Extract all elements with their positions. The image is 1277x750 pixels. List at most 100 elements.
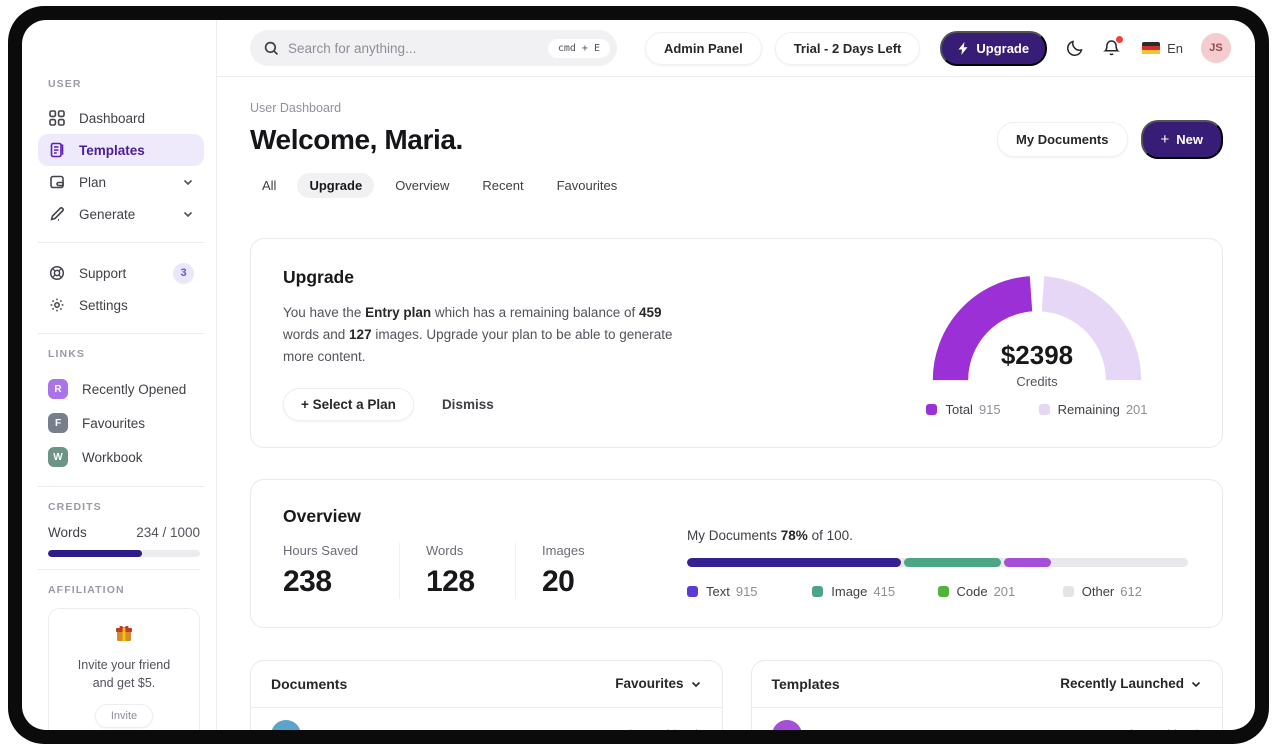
template-list-item[interactable]: Blog Post Title in Workbook [752, 708, 1223, 730]
divider [38, 486, 204, 487]
tab-favourites[interactable]: Favourites [545, 173, 630, 198]
legend-swatch [926, 404, 938, 415]
upgrade-card: Upgrade You have the Entry plan which ha… [250, 238, 1223, 448]
stat-images: Images 20 [515, 542, 631, 599]
trial-status-button[interactable]: Trial - 2 Days Left [774, 31, 921, 65]
invite-button[interactable]: Invite [94, 704, 154, 729]
legend-swatch [687, 585, 698, 597]
document-title: Untitled Document [315, 727, 439, 730]
plus-icon: + [1160, 131, 1170, 148]
template-title: Blog Post Title [816, 727, 914, 730]
sidebar-item-plan[interactable]: Plan [38, 166, 204, 198]
overview-card-left: Overview Hours Saved 238 Words 128 Image… [283, 506, 631, 599]
admin-panel-button[interactable]: Admin Panel [644, 31, 762, 65]
sidebar-link-favourites[interactable]: F Favourites [38, 406, 204, 440]
device-frame: USER Dashboard Templates Plan Generate S… [8, 6, 1269, 744]
sidebar-item-templates[interactable]: Templates [38, 134, 204, 166]
legend-swatch [1062, 585, 1074, 597]
sidebar-item-settings[interactable]: Settings [38, 289, 204, 321]
tab-upgrade[interactable]: Upgrade [297, 173, 375, 198]
new-button-label: New [1176, 132, 1203, 147]
credits-progress-track [48, 550, 200, 557]
upgrade-button[interactable]: Upgrade [940, 30, 1048, 66]
main-content: User Dashboard Welcome, Maria. My Docume… [217, 77, 1255, 730]
legend-item-total: Total 915 [926, 402, 1001, 417]
sidebar-section-affiliation: AFFILIATION [48, 584, 125, 596]
stat-hours-saved: Hours Saved 238 [283, 542, 359, 598]
upgrade-card-left: Upgrade You have the Entry plan which ha… [283, 267, 695, 421]
credits-widget: Words 234 / 1000 [22, 525, 216, 557]
templates-card-title: Templates [771, 675, 840, 692]
affiliation-text-line1: Invite your friend [77, 658, 171, 672]
sidebar-section-credits: CREDITS [48, 501, 102, 513]
document-avatar [271, 719, 301, 730]
chevron-down-icon [1190, 678, 1202, 690]
credits-type-label: Words [48, 525, 87, 540]
chevron-down-icon [690, 678, 702, 690]
tab-overview[interactable]: Overview [383, 173, 461, 198]
tab-bar: All Upgrade Overview Recent Favourites [250, 173, 1223, 198]
legend-item-other: Other 612 [1062, 584, 1188, 599]
document-icon [48, 141, 66, 159]
link-label: Workbook [82, 449, 143, 465]
tab-recent[interactable]: Recent [470, 173, 535, 198]
my-documents-button[interactable]: My Documents [997, 122, 1128, 157]
dismiss-button[interactable]: Dismiss [442, 397, 494, 412]
chevron-down-icon [182, 176, 194, 188]
link-badge: W [48, 447, 68, 467]
chevron-down-icon [182, 208, 194, 220]
sidebar-item-label: Templates [79, 142, 145, 158]
topbar: Search for anything... cmd + E Admin Pan… [217, 20, 1255, 77]
dark-mode-toggle[interactable] [1066, 39, 1084, 57]
template-avatar [771, 719, 802, 730]
app-window: USER Dashboard Templates Plan Generate S… [22, 20, 1255, 730]
gift-icon [114, 623, 134, 648]
search-input[interactable]: Search for anything... cmd + E [250, 30, 617, 66]
sidebar-item-label: Plan [79, 174, 107, 190]
credits-value: 234 / 1000 [136, 525, 200, 540]
sidebar-link-recently-opened[interactable]: R Recently Opened [38, 372, 204, 406]
sidebar-item-generate[interactable]: Generate [38, 198, 204, 230]
legend-item-remaining: Remaining 201 [1038, 402, 1148, 417]
overview-stats: Hours Saved 238 Words 128 Images 20 [283, 542, 631, 599]
stat-words: Words 128 [399, 542, 515, 599]
gauge-value: $2398 [1000, 340, 1074, 370]
affiliation-card: Invite your friend and get $5. Invite [48, 608, 200, 730]
sidebar-section-links: LINKS [48, 348, 85, 360]
credits-gauge: $2398 Credits Total 915 Remaining 201 [912, 267, 1162, 421]
stacked-bar-legend: Text 915 Image 415 Code 201 Other 612 [687, 584, 1188, 599]
credits-progress-fill [48, 550, 143, 557]
overview-card-right: My Documents 78% of 100. Text 915 Image … [687, 506, 1188, 599]
avatar-initials: JS [1209, 42, 1223, 54]
divider [38, 569, 200, 570]
documents-filter-dropdown[interactable]: Favourites [615, 676, 701, 691]
sidebar-item-dashboard[interactable]: Dashboard [38, 102, 204, 134]
tab-all[interactable]: All [250, 173, 288, 198]
pencil-icon [48, 205, 66, 223]
language-label[interactable]: En [1167, 41, 1183, 56]
overview-card: Overview Hours Saved 238 Words 128 Image… [250, 478, 1223, 628]
page-title: Welcome, Maria. [250, 123, 463, 155]
legend-item-text: Text 915 [687, 584, 812, 599]
search-placeholder: Search for anything... [288, 40, 417, 56]
sidebar-section-user: USER [48, 78, 82, 90]
legend-swatch [812, 585, 824, 597]
bar-segment-text [687, 557, 901, 567]
sidebar-item-label: Settings [79, 297, 128, 313]
sidebar-nav: Dashboard Templates Plan Generate Suppor… [22, 102, 216, 487]
document-list-item[interactable]: Untitled Document in Workbook [251, 708, 722, 730]
sidebar-item-support[interactable]: Support 3 [38, 257, 204, 289]
user-avatar[interactable]: JS [1201, 33, 1231, 63]
language-flag-germany[interactable] [1142, 41, 1161, 55]
documents-card-title: Documents [271, 675, 348, 692]
new-button[interactable]: + New [1140, 120, 1223, 159]
lifebuoy-icon [48, 264, 66, 282]
sidebar-link-workbook[interactable]: W Workbook [38, 440, 204, 474]
upgrade-button-label: Upgrade [976, 40, 1030, 56]
stacked-bar-chart [687, 557, 1188, 567]
templates-filter-dropdown[interactable]: Recently Launched [1060, 676, 1202, 691]
template-location: in Workbook [1130, 727, 1202, 730]
select-plan-button[interactable]: + Select a Plan [283, 387, 414, 421]
sidebar-item-label: Support [79, 265, 127, 281]
notifications-bell-icon[interactable] [1103, 36, 1124, 57]
